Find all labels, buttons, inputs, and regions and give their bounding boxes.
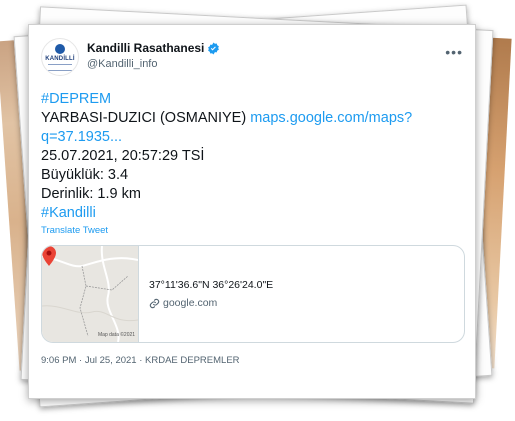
tweet-text: #DEPREM YARBASI-DUZICI (OSMANIYE) maps.g… xyxy=(41,90,465,223)
map-pin-icon xyxy=(42,246,56,266)
link-icon xyxy=(149,298,160,308)
link-preview-card[interactable]: Map data ©2021 37°11'36.6"N 36°26'24.0"E… xyxy=(41,245,465,343)
depth-text: Derinlik: 1.9 km xyxy=(41,186,141,202)
verified-badge-icon xyxy=(207,42,220,55)
map-thumbnail[interactable]: Map data ©2021 xyxy=(42,246,139,342)
author-name: Kandilli Rasathanesi xyxy=(87,41,205,55)
link-preview-domain: google.com xyxy=(163,297,218,309)
author-handle[interactable]: @Kandilli_info xyxy=(87,58,158,70)
map-roads xyxy=(42,246,138,342)
tweet-header: KANDİLLİ Kandilli Rasathanesi @Kandilli_… xyxy=(41,38,465,78)
link-preview-info: 37°11'36.6"N 36°26'24.0"E google.com xyxy=(139,246,273,342)
tweet-card: KANDİLLİ Kandilli Rasathanesi @Kandilli_… xyxy=(28,24,476,399)
translate-tweet-link[interactable]: Translate Tweet xyxy=(41,225,465,236)
author-name-row[interactable]: Kandilli Rasathanesi xyxy=(87,41,220,55)
location-text: YARBASI-DUZICI (OSMANIYE) xyxy=(41,110,247,126)
magnitude-text: Büyüklük: 3.4 xyxy=(41,167,129,183)
avatar[interactable]: KANDİLLİ xyxy=(41,38,79,76)
datetime-text: 25.07.2021, 20:57:29 TSİ xyxy=(41,148,205,164)
link-preview-title: 37°11'36.6"N 36°26'24.0"E xyxy=(149,279,274,291)
avatar-logo-lines xyxy=(48,64,72,71)
hashtag-kandilli[interactable]: #Kandilli xyxy=(41,205,96,221)
link-preview-domain-row: google.com xyxy=(149,297,273,309)
more-options-icon[interactable]: ••• xyxy=(445,44,463,60)
hashtag-deprem[interactable]: #DEPREM xyxy=(41,91,111,107)
avatar-logo-text: KANDİLLİ xyxy=(45,56,75,62)
tweet-metadata[interactable]: 9:06 PM · Jul 25, 2021 · KRDAE DEPREMLER xyxy=(41,355,465,366)
map-credit: Map data ©2021 xyxy=(98,332,136,338)
kandilli-logo-icon xyxy=(55,44,65,54)
